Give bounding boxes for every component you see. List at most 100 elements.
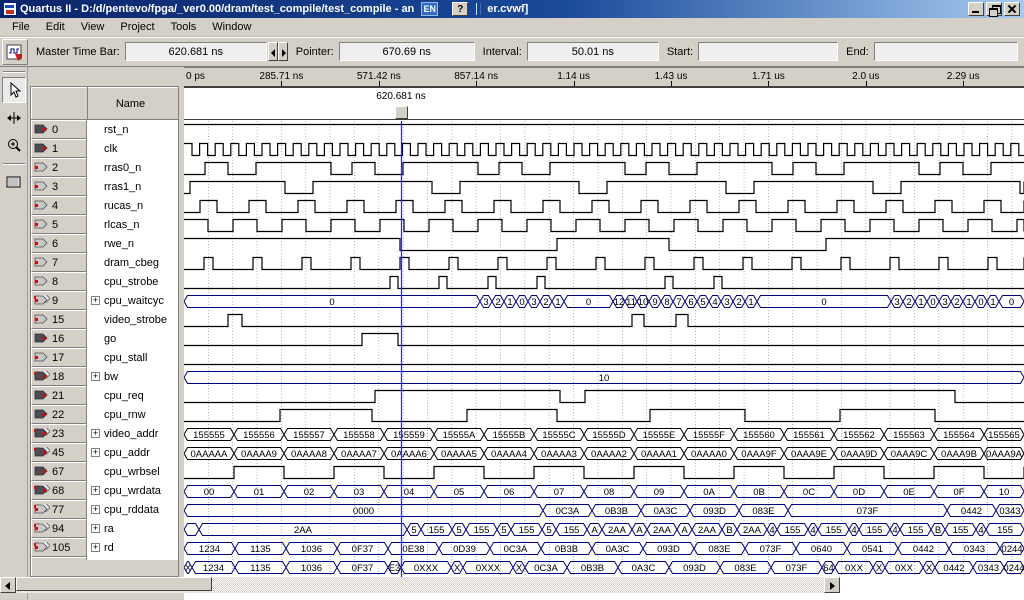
signal-id-cell[interactable]: 8 — [31, 272, 87, 291]
expand-icon[interactable]: + — [91, 505, 100, 514]
wave-row-video_addr[interactable]: 15555515555615555715555815555915555A1555… — [184, 429, 1024, 441]
signal-name-cell[interactable]: rlcas_n — [87, 215, 178, 234]
app-icon[interactable] — [3, 2, 17, 16]
wave-row-bw[interactable]: 10 — [184, 372, 1024, 384]
signal-id-cell[interactable]: 16 — [31, 329, 87, 348]
zoom-tool-button[interactable] — [2, 133, 26, 159]
signal-row-rras1_n[interactable]: 3rras1_n — [31, 177, 178, 196]
scrollbar-thumb[interactable] — [16, 577, 212, 591]
wave-row-rras1_n[interactable] — [184, 182, 1024, 194]
signal-name-cell[interactable]: +cpu_wrdata — [87, 481, 178, 500]
wave-canvas[interactable]: 03210321012111098765432103210321010 10 155… — [184, 121, 1024, 577]
signal-name-cell[interactable]: +video_addr — [87, 424, 178, 443]
signal-name-cell[interactable]: +cpu_addr — [87, 443, 178, 462]
signal-row-video_strobe[interactable]: 15video_strobe — [31, 310, 178, 329]
signal-name-cell[interactable]: dram_cbeg — [87, 253, 178, 272]
signal-row-go[interactable]: 16go — [31, 329, 178, 348]
signal-id-cell[interactable]: 15 — [31, 310, 87, 329]
signal-row-ra[interactable]: 94+ra — [31, 519, 178, 538]
scroll-left-button[interactable] — [0, 577, 16, 593]
signal-row-rras0_n[interactable]: 2rras0_n — [31, 158, 178, 177]
expand-icon[interactable]: + — [91, 543, 100, 552]
signal-id-cell[interactable]: 7 — [31, 253, 87, 272]
signal-row-cpu_strobe[interactable]: 8cpu_strobe — [31, 272, 178, 291]
toolbar-grip[interactable] — [476, 3, 481, 15]
signal-name-cell[interactable]: cpu_req — [87, 386, 178, 405]
signal-id-cell[interactable]: 68 — [31, 481, 87, 500]
signal-name-cell[interactable]: rras1_n — [87, 177, 178, 196]
scrollbar-track[interactable] — [16, 577, 824, 593]
signal-id-cell[interactable]: 17 — [31, 348, 87, 367]
signal-id-cell[interactable]: 45 — [31, 443, 87, 462]
signal-id-cell[interactable]: 5 — [31, 215, 87, 234]
signal-row-dram_cbeg[interactable]: 7dram_cbeg — [31, 253, 178, 272]
signal-row-rwe_n[interactable]: 6rwe_n — [31, 234, 178, 253]
signal-id-cell[interactable]: 4 — [31, 196, 87, 215]
wave-row-rlcas_n[interactable] — [184, 220, 1024, 232]
wave-row-cpu_wrbsel[interactable] — [184, 467, 1024, 479]
signal-name-cell[interactable]: cpu_wrbsel — [87, 462, 178, 481]
wave-row-ra[interactable]: 2AA5155515551555155A2AAA2AAA2AAB2AA41554… — [184, 524, 1024, 536]
wave-row-cpu_req[interactable] — [184, 391, 1024, 403]
signal-row-video_addr[interactable]: 23+video_addr — [31, 424, 178, 443]
help-icon[interactable]: ? — [452, 2, 468, 16]
menu-edit[interactable]: Edit — [38, 19, 73, 35]
menu-tools[interactable]: Tools — [163, 19, 205, 35]
signal-id-cell[interactable]: 122 — [31, 557, 87, 560]
signal-id-cell[interactable]: 21 — [31, 386, 87, 405]
signal-name-cell[interactable]: rwe_n — [87, 234, 178, 253]
wave-row-video_strobe[interactable] — [184, 315, 1024, 327]
expand-icon[interactable]: + — [91, 372, 100, 381]
end-value[interactable] — [874, 42, 1018, 61]
wave-row-cpu_strobe[interactable] — [184, 277, 1024, 289]
signal-row-cpu_addr[interactable]: 45+cpu_addr — [31, 443, 178, 462]
signal-row-cpu_req[interactable]: 21cpu_req — [31, 386, 178, 405]
full-screen-tool-button[interactable] — [2, 169, 26, 195]
signal-row-rucas_n[interactable]: 4rucas_n — [31, 196, 178, 215]
signal-name-cell[interactable]: +rd~result — [87, 557, 178, 560]
horizontal-adjust-tool-button[interactable] — [2, 105, 26, 131]
start-value[interactable] — [698, 42, 838, 61]
wave-row-rd~result[interactable]: X1234113510360F37E30XXXX0XXXX0C3A0B3B0A3… — [184, 562, 1024, 574]
close-button[interactable] — [1004, 2, 1020, 16]
wave-row-dram_cbeg[interactable] — [184, 258, 1024, 270]
signal-name-cell[interactable]: cpu_rnw — [87, 405, 178, 424]
wave-row-cpu_rddata[interactable]: 00000C3A0B3B0A3C093D083E073F04420343 — [184, 505, 1024, 517]
master-time-bar-handle[interactable] — [395, 106, 408, 119]
scroll-right-button[interactable] — [824, 577, 840, 593]
wave-row-rd[interactable]: 1234113510360F370E380D390C3A0B3B0A3C093D… — [184, 543, 1024, 555]
signal-row-cpu_wrbsel[interactable]: 67cpu_wrbsel — [31, 462, 178, 481]
signal-row-rst_n[interactable]: 0rst_n — [31, 120, 178, 139]
wave-row-rwe_n[interactable] — [184, 239, 1024, 251]
signal-row-cpu_rnw[interactable]: 22cpu_rnw — [31, 405, 178, 424]
selection-tool-button[interactable] — [2, 77, 26, 103]
signal-name-cell[interactable]: go — [87, 329, 178, 348]
signal-id-cell[interactable]: 67 — [31, 462, 87, 481]
expand-icon[interactable]: + — [91, 448, 100, 457]
wave-row-cpu_rnw[interactable] — [184, 410, 1024, 422]
signal-id-cell[interactable]: 6 — [31, 234, 87, 253]
signal-name-cell[interactable]: cpu_strobe — [87, 272, 178, 291]
signal-row-bw[interactable]: 18+bw — [31, 367, 178, 386]
wave-row-cpu_addr[interactable]: 0AAAAA0AAAA90AAAA80AAAA70AAAA60AAAA50AAA… — [184, 448, 1024, 460]
signal-name-cell[interactable]: +bw — [87, 367, 178, 386]
restore-button[interactable] — [986, 2, 1002, 16]
timeline-ruler[interactable]: 0 ps285.71 ns571.42 ns857.14 ns1.14 us1.… — [184, 67, 1024, 88]
waveform-report-button[interactable] — [2, 39, 28, 65]
signal-name-cell[interactable]: rras0_n — [87, 158, 178, 177]
signal-name-cell[interactable]: +cpu_waitcyc — [87, 291, 178, 310]
signal-name-cell[interactable]: clk — [87, 139, 178, 158]
signal-row-rd[interactable]: 105+rd — [31, 538, 178, 557]
expand-icon[interactable]: + — [91, 429, 100, 438]
expand-icon[interactable]: + — [91, 296, 100, 305]
signal-row-cpu_wrdata[interactable]: 68+cpu_wrdata — [31, 481, 178, 500]
menu-view[interactable]: View — [73, 19, 113, 35]
signal-name-cell[interactable]: rst_n — [87, 120, 178, 139]
wave-row-clk[interactable] — [184, 144, 1024, 156]
signal-row-cpu_stall[interactable]: 17cpu_stall — [31, 348, 178, 367]
wave-row-go[interactable] — [184, 334, 1024, 346]
time-step-right-button[interactable] — [278, 42, 288, 61]
signal-row-rd~result[interactable]: 122+rd~result — [31, 557, 178, 560]
wave-row-cpu_waitcyc[interactable]: 03210321012111098765432103210321010 — [184, 296, 1024, 308]
signal-name-cell[interactable]: +cpu_rddata — [87, 500, 178, 519]
